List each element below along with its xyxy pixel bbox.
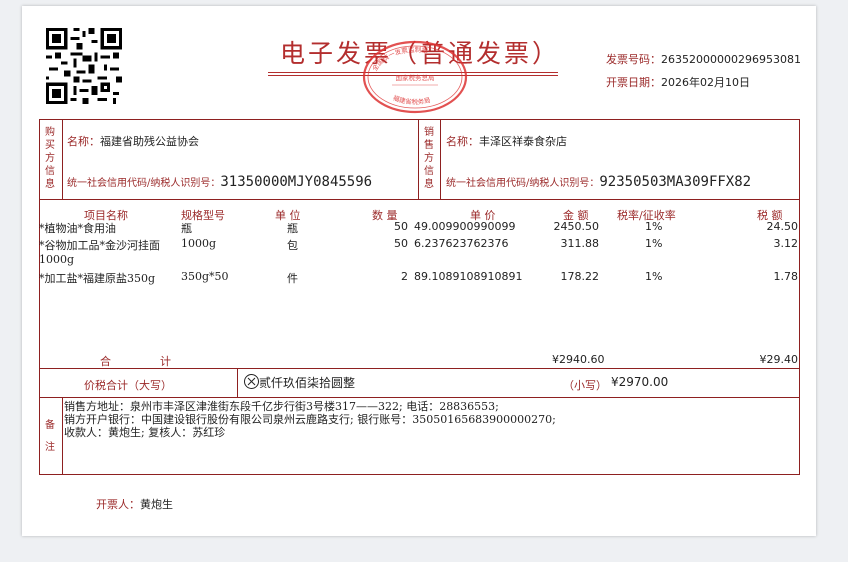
seller-side-label: 销售方信息 [424,127,434,190]
seal-text-middle: 国家税务总局 [396,73,435,82]
item-price: 6.237623762376 [414,237,509,250]
invoice-number-row: 发票号码：26352000000296953081 [606,48,801,67]
buyer-name: 福建省助残公益协会 [100,135,199,148]
item-rate: 1% [645,237,663,250]
grand-total-small-label: （小写） [563,379,607,392]
item-qty: 50 [394,237,408,250]
item-unit: 瓶 [287,222,298,235]
seller-tax-label: 统一社会信用代码/纳税人识别号： [446,178,600,189]
issuer-name: 黄炮生 [140,498,173,511]
grand-total-small: ¥2970.00 [611,375,669,389]
remarks-line: 销售方地址：泉州市丰泽区津淮街东段千亿步行街3号楼317——322; 电话：28… [64,400,499,413]
item-tax: 1.78 [773,270,799,283]
item-price: 49.009900990099 [414,220,516,233]
buyer-side-label: 购买方信息 [45,127,55,190]
grand-total-words: 贰仟玖佰柒拾圆整 [259,376,356,390]
seller-name-label: 名称： [446,135,479,148]
item-amount: 178.22 [560,270,600,283]
remarks-line: 收款人：黄炮生; 复核人：苏红珍 [64,426,226,439]
seal-text-bottom: 福建省税务局 [392,93,431,106]
item-amount: 2450.50 [553,220,600,233]
divider [62,119,63,199]
invoice-number: 26352000000296953081 [661,53,801,66]
issuer-label: 开票人： [96,498,140,511]
buyer-tax-label: 统一社会信用代码/纳税人识别号： [67,178,221,189]
seller-tax-row: 统一社会信用代码/纳税人识别号：92350503MA309FFX82 [446,171,751,190]
item-qty: 2 [401,270,408,283]
total-label-1: 合 [100,355,111,368]
invoice-date-row: 开票日期：2026年02月10日 [606,71,750,90]
remarks-content: 销售方地址：泉州市丰泽区津淮街东段千亿步行街3号楼317——322; 电话：28… [64,400,556,439]
buyer-name-label: 名称： [67,135,100,148]
crossed-circle-icon [244,374,259,389]
invoice-date-label: 开票日期： [606,76,661,89]
item-spec: 瓶 [181,222,192,235]
item-spec: 350g*50 [181,270,229,283]
grand-total-label: 价税合计（大写） [84,379,172,392]
divider [418,119,419,199]
remarks-side-label: 备注 [45,420,55,453]
item-name-continued: 1000g [39,253,75,266]
seller-name-row: 名称：丰泽区祥泰食杂店 [446,133,567,149]
item-name: *植物油*食用油 [39,222,116,235]
buyer-tax-row: 统一社会信用代码/纳税人识别号：31350000MJY0845596 [67,171,372,190]
invoice-number-label: 发票号码： [606,53,661,66]
divider [62,397,63,475]
item-unit: 包 [287,239,298,252]
item-price: 89.1089108910891 [414,270,523,283]
total-amount: ¥2940.60 [552,353,605,366]
item-rate: 1% [645,220,663,233]
divider [39,368,800,369]
invoice-paper: 电子发票（普通发票） 全国统一发票监制章 国家税务总局 福建省税务局 发票号码：… [22,6,816,536]
seller-tax-id: 92350503MA309FFX82 [599,174,752,190]
item-rate: 1% [645,270,663,283]
tax-seal-icon: 全国统一发票监制章 国家税务总局 福建省税务局 [362,40,468,114]
item-name: *谷物加工品*金沙河挂面 [39,239,160,252]
seller-name: 丰泽区祥泰食杂店 [479,135,567,148]
invoice-date: 2026年02月10日 [661,76,750,89]
grand-total-words-row: 贰仟玖佰柒拾圆整 [244,374,355,391]
remarks-line: 销方开户银行：中国建设银行股份有限公司泉州云鹿路支行; 银行账号：3505016… [64,413,556,426]
svg-text:全国统一发票监制章: 全国统一发票监制章 [370,45,429,73]
item-qty: 50 [394,220,408,233]
total-label-2: 计 [160,355,171,368]
svg-text:福建省税务局: 福建省税务局 [392,93,431,106]
item-amount: 311.88 [560,237,600,250]
divider [39,199,800,200]
item-spec: 1000g [181,237,217,250]
buyer-tax-id: 31350000MJY0845596 [220,174,373,190]
seal-text-top: 全国统一发票监制章 [370,45,429,73]
divider [440,119,441,199]
divider [39,397,800,398]
item-tax: 3.12 [773,237,799,250]
total-tax: ¥29.40 [759,353,799,366]
qr-code-icon [46,28,122,104]
item-unit: 件 [287,272,298,285]
divider [237,368,238,397]
item-name: *加工盐*福建原盐350g [39,272,156,285]
issuer-row: 开票人：黄炮生 [96,496,173,512]
item-tax: 24.50 [766,220,799,233]
buyer-name-row: 名称：福建省助残公益协会 [67,133,199,149]
